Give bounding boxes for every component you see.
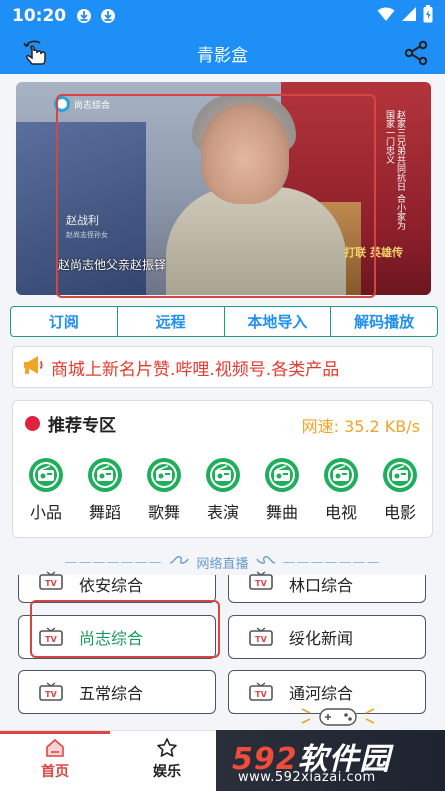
recommend-section: 推荐专区 网速: 35.2 KB/s 小品 舞蹈 歌舞 表演 舞曲 电视 电影 — [12, 400, 433, 538]
category-dance-music[interactable]: 舞曲 — [253, 457, 311, 523]
channel-name: 绥化新闻 — [289, 629, 354, 648]
category-song-dance[interactable]: 歌舞 — [135, 457, 193, 523]
signal-icon — [401, 6, 417, 26]
download-icon — [76, 8, 92, 24]
status-bar: 10:20 — [0, 0, 445, 32]
megaphone-icon — [21, 354, 45, 380]
channel-item[interactable]: TV 林口综合 — [228, 571, 426, 603]
app-title: 青影盒 — [197, 45, 248, 66]
tv-icon: TV — [39, 571, 63, 590]
star-icon — [157, 738, 177, 757]
category-label: 舞曲 — [265, 503, 298, 522]
svg-text:TV: TV — [255, 635, 267, 644]
swirl-icon — [255, 553, 277, 571]
recommend-title: 推荐专区 — [48, 416, 116, 436]
highlight-box — [30, 600, 220, 658]
function-tabs: 订阅 远程 本地导入 解码播放 — [10, 306, 438, 337]
wifi-icon — [377, 6, 395, 26]
category-label: 电影 — [383, 503, 416, 522]
live-title: 网络直播 — [196, 556, 249, 572]
channel-item[interactable]: TV 依安综合 — [18, 571, 216, 603]
announcement-text: 商城上新名片赞.哔哩.视频号.各类产品 — [51, 359, 340, 380]
radio-icon — [29, 458, 63, 492]
nav-home-label: 首页 — [41, 764, 69, 780]
status-time: 10:20 — [12, 6, 67, 26]
channel-item[interactable]: TV 绥化新闻 — [228, 615, 426, 659]
back-gesture-icon[interactable] — [20, 38, 52, 68]
tv-icon: TV — [39, 682, 63, 701]
category-label: 表演 — [206, 503, 239, 522]
highlight-box — [56, 94, 376, 298]
tv-icon: TV — [249, 571, 273, 590]
share-icon[interactable] — [403, 40, 429, 66]
radio-icon — [265, 458, 299, 492]
divider-left: ——————— — [64, 554, 163, 570]
svg-text:TV: TV — [255, 579, 267, 588]
category-label: 舞蹈 — [88, 503, 121, 522]
tab-decode-play[interactable]: 解码播放 — [331, 307, 437, 336]
title-bar: 青影盒 — [0, 32, 445, 74]
svg-text:TV: TV — [45, 579, 57, 588]
tab-subscribe[interactable]: 订阅 — [11, 307, 118, 336]
radio-icon — [383, 458, 417, 492]
category-movie[interactable]: 电影 — [371, 457, 429, 523]
tv-icon: TV — [249, 627, 273, 646]
radio-icon — [324, 458, 358, 492]
swirl-icon — [168, 553, 190, 571]
channel-name: 依安综合 — [79, 576, 144, 595]
category-skit[interactable]: 小品 — [17, 457, 75, 523]
category-label: 小品 — [29, 503, 62, 522]
active-tab-indicator — [0, 731, 110, 734]
channel-name: 林口综合 — [289, 576, 354, 595]
live-section-header: ——————— 网络直播 ——————— — [0, 550, 445, 574]
svg-text:TV: TV — [255, 690, 267, 699]
tab-local-import[interactable]: 本地导入 — [225, 307, 332, 336]
radio-icon — [88, 458, 122, 492]
tab-remote[interactable]: 远程 — [118, 307, 225, 336]
red-dot-icon — [25, 416, 40, 431]
nav-entertainment-label: 娱乐 — [153, 764, 181, 780]
recommend-header: 推荐专区 — [25, 411, 116, 436]
announcement-bar[interactable]: 商城上新名片赞.哔哩.视频号.各类产品 — [12, 346, 433, 388]
download-icon — [100, 8, 116, 24]
category-performance[interactable]: 表演 — [194, 457, 252, 523]
nav-entertainment[interactable]: 娱乐 — [137, 737, 197, 781]
home-icon — [46, 738, 64, 757]
radio-icon — [206, 458, 240, 492]
channel-name: 五常综合 — [79, 684, 144, 703]
category-list: 小品 舞蹈 歌舞 表演 舞曲 电视 电影 — [17, 457, 429, 523]
channel-item[interactable]: TV 五常综合 — [18, 670, 216, 714]
category-label: 电视 — [324, 503, 357, 522]
battery-icon — [423, 5, 433, 27]
gamepad-icon[interactable] — [300, 705, 376, 727]
network-speed: 网速: 35.2 KB/s — [301, 417, 420, 436]
watermark-url: www.592xiazai.com — [238, 770, 376, 785]
category-label: 歌舞 — [147, 503, 180, 522]
svg-text:TV: TV — [45, 690, 57, 699]
channel-name: 通河综合 — [289, 684, 354, 703]
tv-icon: TV — [249, 682, 273, 701]
watermark: 592软件园 www.592xiazai.com — [216, 730, 445, 791]
category-tv[interactable]: 电视 — [312, 457, 370, 523]
radio-icon — [147, 458, 181, 492]
nav-home[interactable]: 首页 — [25, 737, 85, 781]
divider-right: ——————— — [282, 554, 381, 570]
app-screen: 10:20 青影盒 尚志综合 赵家三兄弟共同抗日 合小家为国家一门忠义 赵战利 … — [0, 0, 445, 791]
category-dance[interactable]: 舞蹈 — [76, 457, 134, 523]
